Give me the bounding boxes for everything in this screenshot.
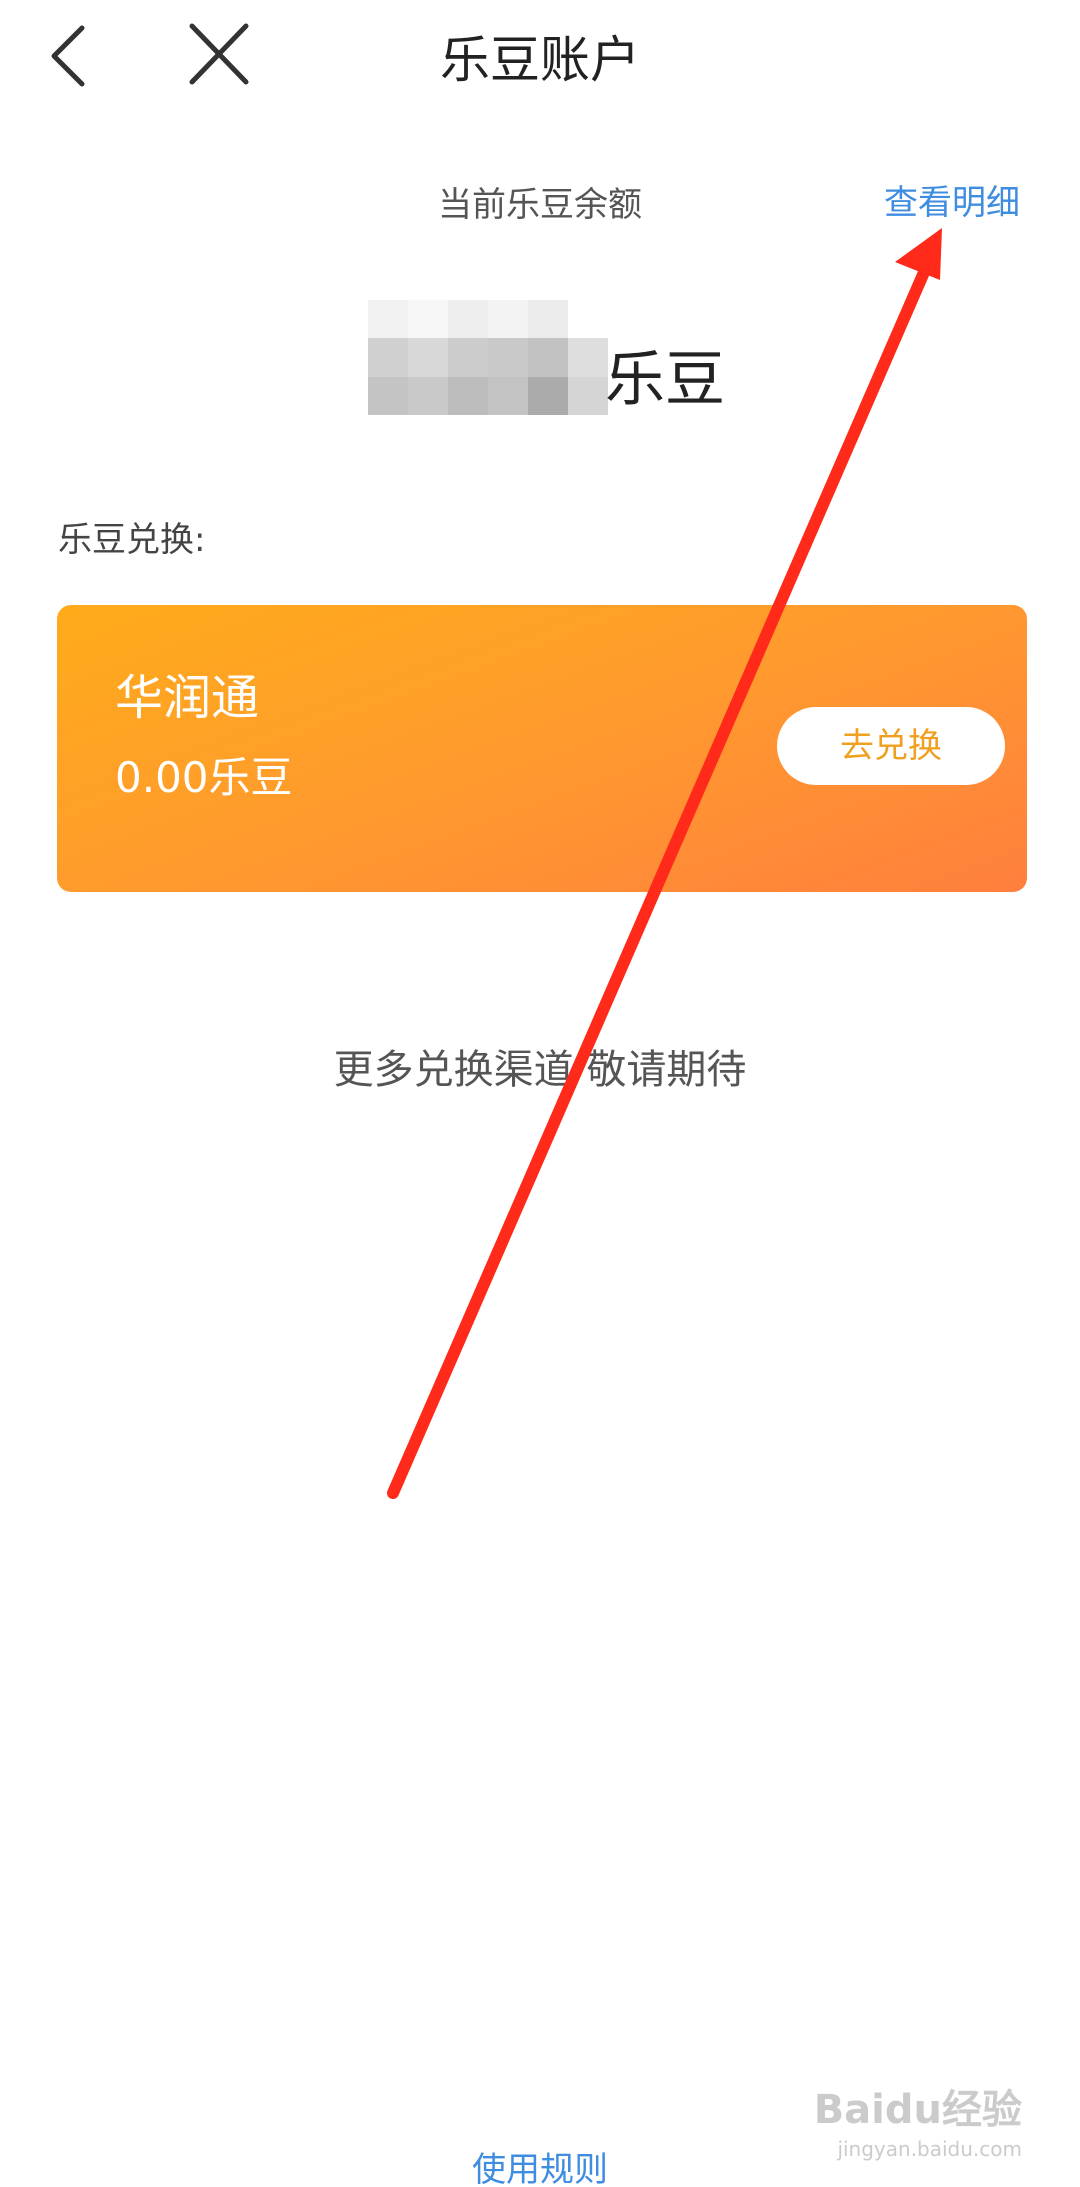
page: 乐豆账户 当前乐豆余额 查看明细 乐豆 乐豆兑换: 华润通 0.00乐豆 去兑换…	[0, 0, 1080, 2187]
exchange-card: 华润通 0.00乐豆 去兑换	[57, 605, 1027, 892]
watermark-logo: Baidu经验	[813, 2087, 1022, 2133]
exchange-card-amount: 0.00乐豆	[115, 753, 293, 802]
more-channels-notice: 更多兑换渠道 敬请期待	[333, 1047, 747, 1093]
view-details-link[interactable]: 查看明细	[884, 178, 1020, 228]
balance-unit: 乐豆	[605, 345, 725, 415]
watermark-url: jingyan.baidu.com	[837, 2137, 1022, 2161]
exchange-card-name: 华润通	[115, 670, 260, 726]
page-title: 乐豆账户	[440, 31, 640, 89]
balance-value-mosaic	[368, 300, 608, 415]
balance-display: 乐豆	[0, 295, 1080, 415]
exchange-section-label: 乐豆兑换:	[58, 520, 206, 560]
go-exchange-button[interactable]: 去兑换	[777, 707, 1005, 785]
